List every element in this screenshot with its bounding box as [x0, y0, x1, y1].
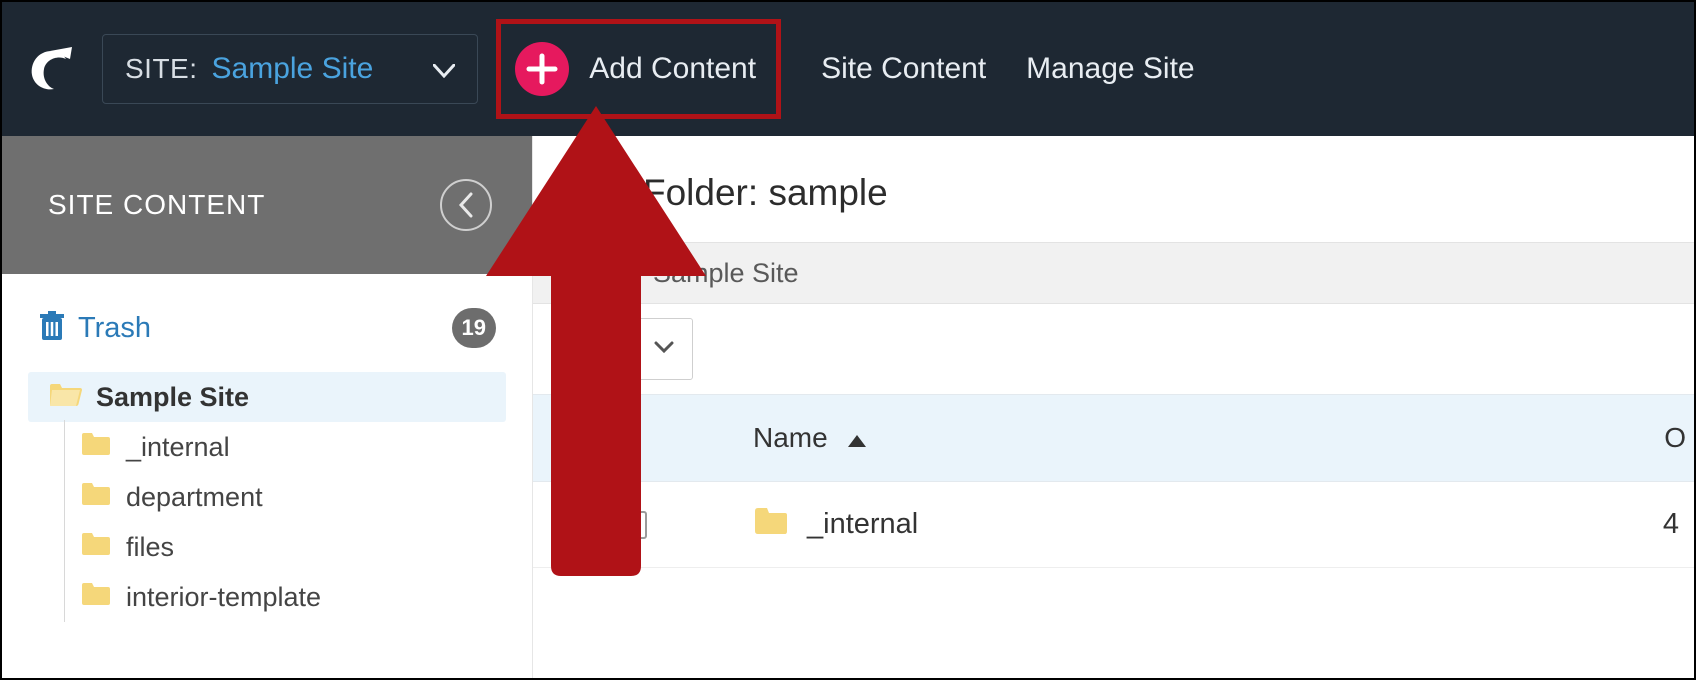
brand-logo[interactable]	[22, 43, 82, 95]
folder-open-icon	[48, 380, 82, 415]
page-title-value: sample	[768, 172, 887, 213]
tree-node-label: _internal	[126, 432, 230, 463]
sidebar-title: SITE CONTENT	[48, 189, 265, 221]
tree-root-label: Sample Site	[96, 382, 249, 413]
breadcrumb-site[interactable]: Sample Site	[653, 258, 799, 289]
column-name-label: Name	[753, 422, 828, 454]
trash-count-badge: 19	[452, 308, 496, 348]
tree-node-internal[interactable]: _internal	[28, 422, 506, 472]
add-content-button[interactable]: Add Content	[496, 19, 781, 119]
collapse-sidebar-button[interactable]	[440, 179, 492, 231]
nav-manage-site[interactable]: Manage Site	[1026, 52, 1194, 86]
breadcrumb-bar: Sample Site	[533, 242, 1694, 304]
site-selector[interactable]: SITE: Sample Site	[102, 34, 478, 104]
row-name: _internal	[807, 508, 918, 541]
trash-icon	[38, 310, 66, 347]
table-header: Name O	[533, 394, 1694, 482]
add-content-label: Add Content	[589, 52, 756, 86]
tree-node-label: files	[126, 532, 174, 563]
main-panel: Folder: sample Sample Site Name	[532, 136, 1694, 678]
trash-label: Trash	[78, 312, 151, 345]
row-name-cell[interactable]: _internal	[733, 506, 1634, 544]
tree-node-label: interior-template	[126, 582, 321, 613]
column-name[interactable]: Name	[733, 422, 1634, 454]
tree-node-files[interactable]: files	[28, 522, 506, 572]
chevron-down-icon	[654, 340, 674, 358]
folder-icon	[80, 581, 112, 614]
folder-icon	[80, 531, 112, 564]
sidebar-trash[interactable]: Trash 19	[28, 300, 506, 356]
table-row[interactable]: _internal 4	[533, 482, 1694, 568]
chevron-down-icon	[433, 52, 455, 86]
folder-icon	[753, 506, 789, 544]
page-title-prefix: Folder:	[643, 172, 768, 213]
controls-row	[533, 304, 1694, 394]
tree-node-department[interactable]: department	[28, 472, 506, 522]
tree-root-node[interactable]: Sample Site	[28, 372, 506, 422]
top-nav: SITE: Sample Site Add Content Site Conte…	[2, 2, 1694, 136]
tree-node-interior-template[interactable]: interior-template	[28, 572, 506, 622]
plus-icon	[515, 42, 569, 96]
sidebar-header: SITE CONTENT	[2, 136, 532, 274]
folder-tree: Sample Site _internal department	[28, 372, 506, 622]
folder-icon	[80, 431, 112, 464]
row-right: 4	[1634, 508, 1694, 541]
select-all-dropdown[interactable]	[591, 318, 693, 380]
sidebar: SITE CONTENT	[2, 136, 532, 678]
checkbox-icon	[610, 336, 636, 362]
row-checkbox[interactable]	[533, 511, 733, 539]
tree-node-label: department	[126, 482, 263, 513]
nav-site-content[interactable]: Site Content	[821, 52, 986, 86]
sort-ascending-icon	[848, 422, 866, 454]
site-selector-label: SITE:	[125, 53, 198, 85]
column-right[interactable]: O	[1634, 422, 1694, 454]
chevron-left-icon	[457, 192, 475, 218]
site-selector-value: Sample Site	[212, 52, 374, 86]
folder-icon	[80, 481, 112, 514]
page-title: Folder: sample	[533, 136, 1694, 242]
